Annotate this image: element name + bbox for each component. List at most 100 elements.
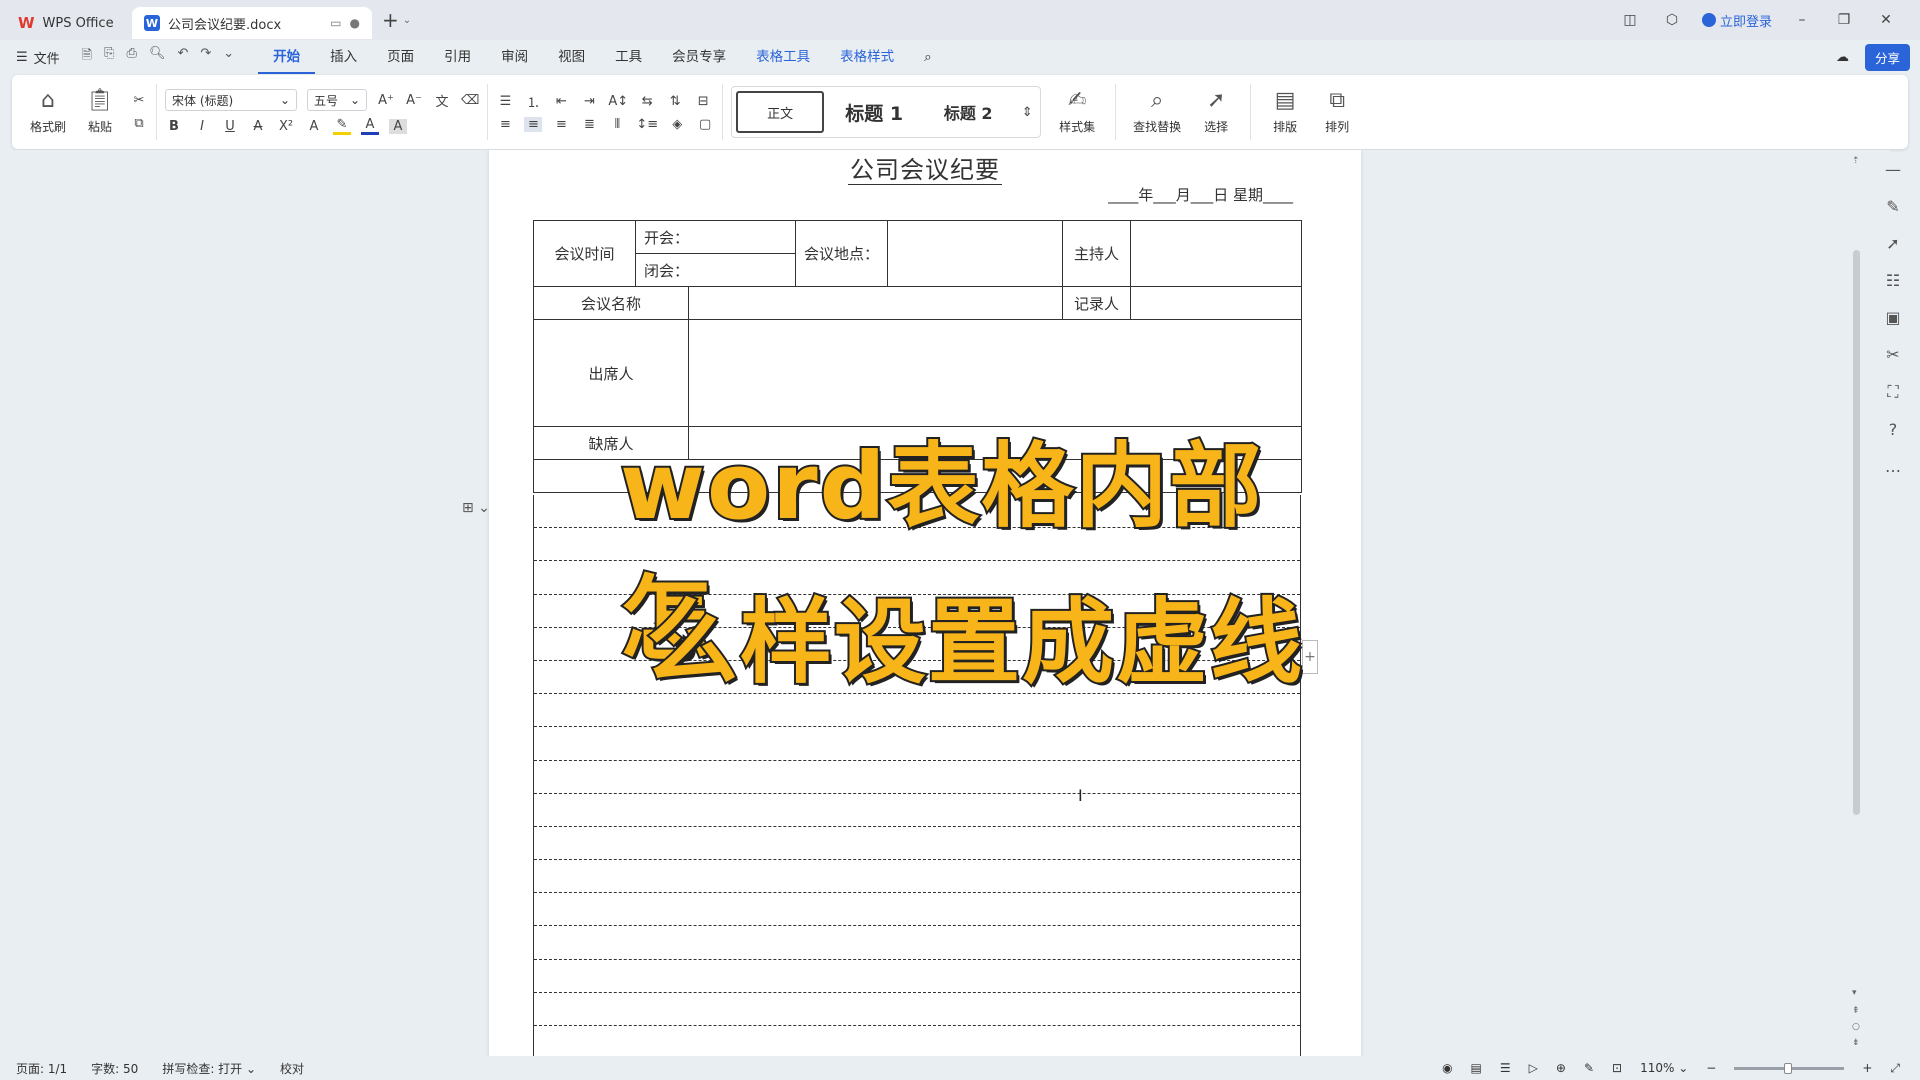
tab-view[interactable]: 视图 xyxy=(543,40,600,74)
tab-tools[interactable]: 工具 xyxy=(600,40,657,74)
show-marks-icon[interactable]: ⊟ xyxy=(694,94,712,109)
superscript-icon[interactable]: X² xyxy=(277,119,295,134)
table-move-handle-icon[interactable]: ⊞ ⌄ xyxy=(462,500,490,516)
monitor-icon[interactable]: ▭ xyxy=(330,16,341,30)
undo-icon[interactable]: ↶ xyxy=(177,46,188,68)
end-time-cell[interactable]: 闭会： xyxy=(634,253,797,287)
clear-format-icon[interactable]: ⌫ xyxy=(461,93,479,108)
font-color-icon[interactable]: A xyxy=(361,117,379,135)
sort-icon[interactable]: ⇅ xyxy=(666,94,684,109)
highlight-icon[interactable]: ✎ xyxy=(333,117,351,135)
tab-review[interactable]: 审阅 xyxy=(486,40,543,74)
decrease-indent-icon[interactable]: ⇤ xyxy=(552,94,570,109)
page-view-icon[interactable]: ▤ xyxy=(1471,1061,1482,1075)
outline-view-icon[interactable]: ☰ xyxy=(1500,1061,1511,1075)
layout-toggle-icon[interactable]: ◫ xyxy=(1618,12,1642,28)
text-effect-icon[interactable]: A xyxy=(305,119,323,134)
pen-icon[interactable]: ✎ xyxy=(1886,197,1899,216)
page-count[interactable]: 页面: 1/1 xyxy=(16,1060,67,1077)
print-preview-icon[interactable]: 🔍︎ xyxy=(149,46,166,68)
align-right-icon[interactable]: ≡ xyxy=(552,117,570,132)
minimize-icon[interactable]: – xyxy=(1790,12,1814,28)
more-chevron-icon[interactable]: ⌄ xyxy=(223,46,234,68)
start-time-cell[interactable]: 开会： xyxy=(634,220,797,254)
host-value-cell[interactable] xyxy=(1130,220,1303,287)
settings-sliders-icon[interactable]: ☷ xyxy=(1886,271,1900,290)
spell-check-toggle[interactable]: 拼写检查: 打开 ⌄ xyxy=(162,1060,256,1077)
tools-icon[interactable]: ✂ xyxy=(1886,345,1899,364)
close-icon[interactable]: ✕ xyxy=(1874,12,1898,28)
zoom-slider-knob[interactable] xyxy=(1784,1062,1793,1074)
style-heading-2[interactable]: 标题 2 xyxy=(924,91,1012,133)
unsaved-dot-icon[interactable]: ● xyxy=(350,16,360,30)
line-spacing-icon[interactable]: ↕≡ xyxy=(636,117,658,132)
tab-table-style[interactable]: 表格样式 xyxy=(825,40,909,74)
cube-icon[interactable]: ⬡ xyxy=(1660,12,1684,28)
more-icon[interactable]: … xyxy=(1885,457,1901,476)
file-menu[interactable]: ☰ 文件 xyxy=(16,48,60,67)
align-left-icon[interactable]: ≡ xyxy=(496,117,514,132)
vertical-scrollbar[interactable]: ⇡ ▾ ⇞ ○ ⇟ xyxy=(1850,150,1864,1056)
word-count[interactable]: 字数: 50 xyxy=(91,1060,138,1077)
grow-font-icon[interactable]: A⁺ xyxy=(377,93,395,108)
style-heading-1[interactable]: 标题 1 xyxy=(830,91,918,133)
export-pdf-icon[interactable]: ⎘ xyxy=(104,46,114,68)
distribute-icon[interactable]: ⫴ xyxy=(608,117,626,132)
proofread-button[interactable]: 校对 xyxy=(280,1060,304,1077)
tab-wps-home[interactable]: W WPS Office xyxy=(6,7,126,39)
char-shading-icon[interactable]: A xyxy=(389,118,407,134)
border-icon[interactable]: ▢ xyxy=(696,117,714,132)
fullscreen-icon[interactable]: ⤢ xyxy=(1890,1061,1900,1076)
login-button[interactable]: 立即登录 xyxy=(1701,11,1772,30)
new-tab-plus-icon[interactable]: + xyxy=(382,8,399,32)
help-icon[interactable]: ? xyxy=(1889,420,1898,439)
strikethrough-icon[interactable]: A xyxy=(249,119,267,134)
print-icon[interactable]: ⎙ xyxy=(127,46,137,68)
save-icon[interactable]: 🗎 xyxy=(82,46,92,68)
collapse-icon[interactable]: — xyxy=(1885,160,1901,179)
phonetic-icon[interactable]: 文 xyxy=(433,91,451,110)
numbered-list-icon[interactable]: ⒈ xyxy=(524,92,542,111)
increase-indent-icon[interactable]: ⇥ xyxy=(580,94,598,109)
text-direction-icon[interactable]: A↕ xyxy=(608,94,628,109)
arrange-button[interactable]: ⧉ 排列 xyxy=(1311,80,1363,144)
restore-icon[interactable]: ❐ xyxy=(1832,12,1856,28)
share-button[interactable]: 分享 xyxy=(1864,43,1910,71)
italic-icon[interactable]: I xyxy=(193,119,211,134)
chevron-down-icon[interactable]: ⌄ xyxy=(403,15,411,26)
shirt-icon[interactable]: ⛶ xyxy=(1887,382,1898,402)
web-view-icon[interactable]: ⊕ xyxy=(1556,1061,1566,1075)
font-size-select[interactable]: 五号 ⌄ xyxy=(307,89,367,111)
justify-icon[interactable]: ≣ xyxy=(580,117,598,132)
tab-page[interactable]: 页面 xyxy=(372,40,429,74)
cloud-icon[interactable]: ☁ xyxy=(1836,50,1849,65)
font-name-select[interactable]: 宋体 (标题) ⌄ xyxy=(165,89,297,111)
layout-button[interactable]: ▤ 排版 xyxy=(1259,80,1311,144)
swap-icon[interactable]: ⇆ xyxy=(638,94,656,109)
select-button[interactable]: ➚ 选择 xyxy=(1190,80,1242,144)
shrink-font-icon[interactable]: A⁻ xyxy=(405,93,423,108)
scroll-top-icon[interactable]: ⇡ xyxy=(1852,156,1860,166)
style-normal[interactable]: 正文 xyxy=(736,91,825,133)
find-replace-button[interactable]: ⌕ 查找替换 xyxy=(1124,80,1190,144)
bullet-list-icon[interactable]: ☰ xyxy=(496,94,514,109)
styles-scroll-icon[interactable]: ⇕ xyxy=(1018,105,1036,120)
zoom-in-icon[interactable]: + xyxy=(1862,1061,1872,1075)
fit-page-icon[interactable]: ⊡ xyxy=(1612,1061,1622,1075)
image-edit-icon[interactable]: ▣ xyxy=(1885,308,1900,327)
next-page-icon[interactable]: ⇟ xyxy=(1852,1038,1860,1048)
copy-icon[interactable]: ⧉ xyxy=(130,116,148,131)
tab-member[interactable]: 会员专享 xyxy=(657,40,741,74)
bold-icon[interactable]: B xyxy=(165,119,183,134)
prev-page-icon[interactable]: ⇞ xyxy=(1852,1006,1860,1016)
search-icon[interactable]: ⌕ xyxy=(909,40,947,74)
recorder-value-cell[interactable] xyxy=(1130,286,1303,320)
tab-insert[interactable]: 插入 xyxy=(315,40,372,74)
meeting-name-value-cell[interactable] xyxy=(687,286,1064,320)
scroll-down-icon[interactable]: ▾ xyxy=(1852,988,1857,998)
zoom-out-icon[interactable]: − xyxy=(1706,1061,1716,1075)
location-value-cell[interactable] xyxy=(887,220,1064,287)
align-center-icon[interactable]: ≡ xyxy=(524,117,543,132)
tab-table-tools[interactable]: 表格工具 xyxy=(741,40,825,74)
play-icon[interactable]: ▷ xyxy=(1529,1061,1538,1075)
